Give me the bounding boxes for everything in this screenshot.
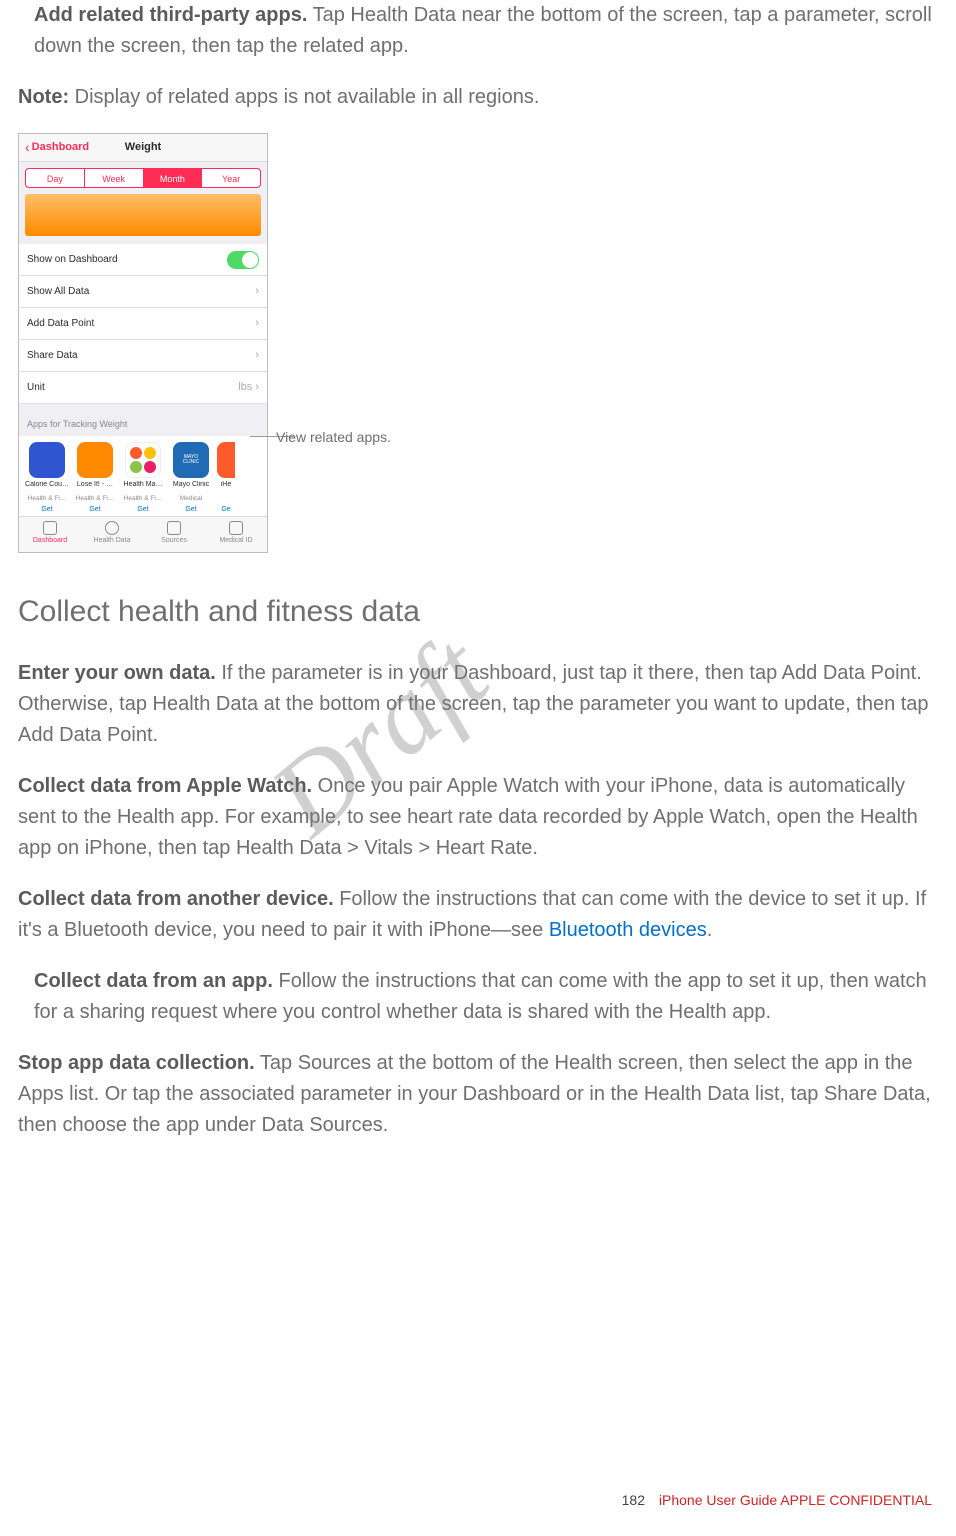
- row-share-data[interactable]: Share Data ›: [19, 340, 267, 372]
- row-label: Show on Dashboard: [27, 252, 118, 268]
- get-button[interactable]: Get: [169, 505, 213, 516]
- enter-own-data-paragraph: Enter your own data. If the parameter is…: [18, 658, 938, 751]
- app-name: iHe: [217, 481, 235, 495]
- get-button[interactable]: Get: [73, 505, 117, 516]
- get-button[interactable]: Get: [121, 505, 165, 516]
- row-add-data-point[interactable]: Add Data Point ›: [19, 308, 267, 340]
- page-number: 182: [622, 1492, 645, 1508]
- tab-medical-id[interactable]: Medical ID: [205, 517, 267, 552]
- row-show-dashboard[interactable]: Show on Dashboard: [19, 244, 267, 276]
- dashboard-toggle[interactable]: [227, 251, 259, 269]
- row-label: Show All Data: [27, 284, 89, 300]
- get-button[interactable]: Ge: [217, 505, 235, 516]
- app-card[interactable]: iHe Ge: [217, 442, 235, 516]
- app-icon: [77, 442, 113, 478]
- related-apps-row: Calorie Cou… Health & Fi… Get Lose It! -…: [19, 436, 267, 516]
- app-name: Calorie Cou…: [25, 481, 69, 495]
- app-category: Health & Fi…: [25, 495, 69, 503]
- tab-sources[interactable]: Sources: [143, 517, 205, 552]
- note-paragraph: Note: Display of related apps is not ava…: [18, 82, 938, 113]
- sources-icon: [167, 521, 181, 535]
- note-text: Display of related apps is not available…: [69, 86, 539, 108]
- app-name: Lose It! - …: [73, 481, 117, 495]
- another-device-paragraph: Collect data from another device. Follow…: [18, 884, 938, 946]
- para-bold: Collect data from Apple Watch.: [18, 775, 312, 797]
- row-label: Unit: [27, 380, 45, 396]
- app-card[interactable]: MAYOCLINIC Mayo Clinic Medical Get: [169, 442, 213, 516]
- seg-day[interactable]: Day: [26, 169, 85, 187]
- seg-year[interactable]: Year: [202, 169, 260, 187]
- app-card[interactable]: Lose It! - … Health & Fi… Get: [73, 442, 117, 516]
- app-category: Health & Fi…: [73, 495, 117, 503]
- row-label: Add Data Point: [27, 316, 94, 332]
- phone-frame: ‹ Dashboard Weight Day Week Month Year S…: [18, 133, 268, 553]
- tab-health-data[interactable]: Health Data: [81, 517, 143, 552]
- unit-value: lbs ›: [238, 379, 259, 396]
- tab-dashboard[interactable]: Dashboard: [19, 517, 81, 552]
- seg-week[interactable]: Week: [85, 169, 144, 187]
- page-footer: 182 iPhone User Guide APPLE CONFIDENTIAL: [622, 1490, 932, 1512]
- para-bold: Stop app data collection.: [18, 1052, 255, 1074]
- collect-from-app-paragraph: Collect data from an app. Follow the ins…: [18, 966, 938, 1028]
- row-show-all-data[interactable]: Show All Data ›: [19, 276, 267, 308]
- tab-bar: Dashboard Health Data Sources Medical ID: [19, 516, 267, 552]
- apps-section-label: Apps for Tracking Weight: [19, 404, 267, 436]
- weight-chart: [25, 194, 261, 236]
- bluetooth-devices-link[interactable]: Bluetooth devices: [549, 919, 707, 941]
- app-card[interactable]: Health Ma… Health & Fi… Get: [121, 442, 165, 516]
- footer-text: iPhone User Guide APPLE CONFIDENTIAL: [659, 1492, 932, 1508]
- row-label: Share Data: [27, 348, 78, 364]
- intro-bold: Add related third-party apps.: [34, 4, 307, 26]
- app-category: [217, 495, 235, 503]
- stop-collection-paragraph: Stop app data collection. Tap Sources at…: [18, 1048, 938, 1141]
- app-name: Health Ma…: [121, 481, 165, 495]
- app-icon: MAYOCLINIC: [173, 442, 209, 478]
- intro-paragraph: Add related third-party apps. Tap Health…: [18, 0, 938, 62]
- para-bold: Collect data from an app.: [34, 970, 273, 992]
- apple-watch-paragraph: Collect data from Apple Watch. Once you …: [18, 771, 938, 864]
- para-bold: Enter your own data.: [18, 662, 216, 684]
- get-button[interactable]: Get: [25, 505, 69, 516]
- callout-label: View related apps.: [276, 427, 391, 449]
- app-card[interactable]: Calorie Cou… Health & Fi… Get: [25, 442, 69, 516]
- time-segmented-control[interactable]: Day Week Month Year: [25, 168, 261, 188]
- chevron-right-icon: ›: [255, 315, 259, 332]
- app-icon: [217, 442, 235, 478]
- nav-title: Weight: [19, 139, 267, 156]
- row-unit[interactable]: Unit lbs ›: [19, 372, 267, 404]
- app-icon: [125, 442, 161, 478]
- medical-id-icon: [229, 521, 243, 535]
- nav-bar: ‹ Dashboard Weight: [19, 134, 267, 162]
- dashboard-icon: [43, 521, 57, 535]
- app-category: Health & Fi…: [121, 495, 165, 503]
- health-data-icon: [105, 521, 119, 535]
- section-heading: Collect health and fitness data: [18, 589, 938, 636]
- health-screenshot: ‹ Dashboard Weight Day Week Month Year S…: [18, 133, 478, 563]
- seg-month[interactable]: Month: [144, 169, 203, 187]
- chevron-right-icon: ›: [255, 347, 259, 364]
- para-text-end: .: [707, 919, 713, 941]
- app-name: Mayo Clinic: [169, 481, 213, 495]
- app-icon: [29, 442, 65, 478]
- para-bold: Collect data from another device.: [18, 888, 334, 910]
- note-bold: Note:: [18, 86, 69, 108]
- chevron-right-icon: ›: [255, 283, 259, 300]
- app-category: Medical: [169, 495, 213, 503]
